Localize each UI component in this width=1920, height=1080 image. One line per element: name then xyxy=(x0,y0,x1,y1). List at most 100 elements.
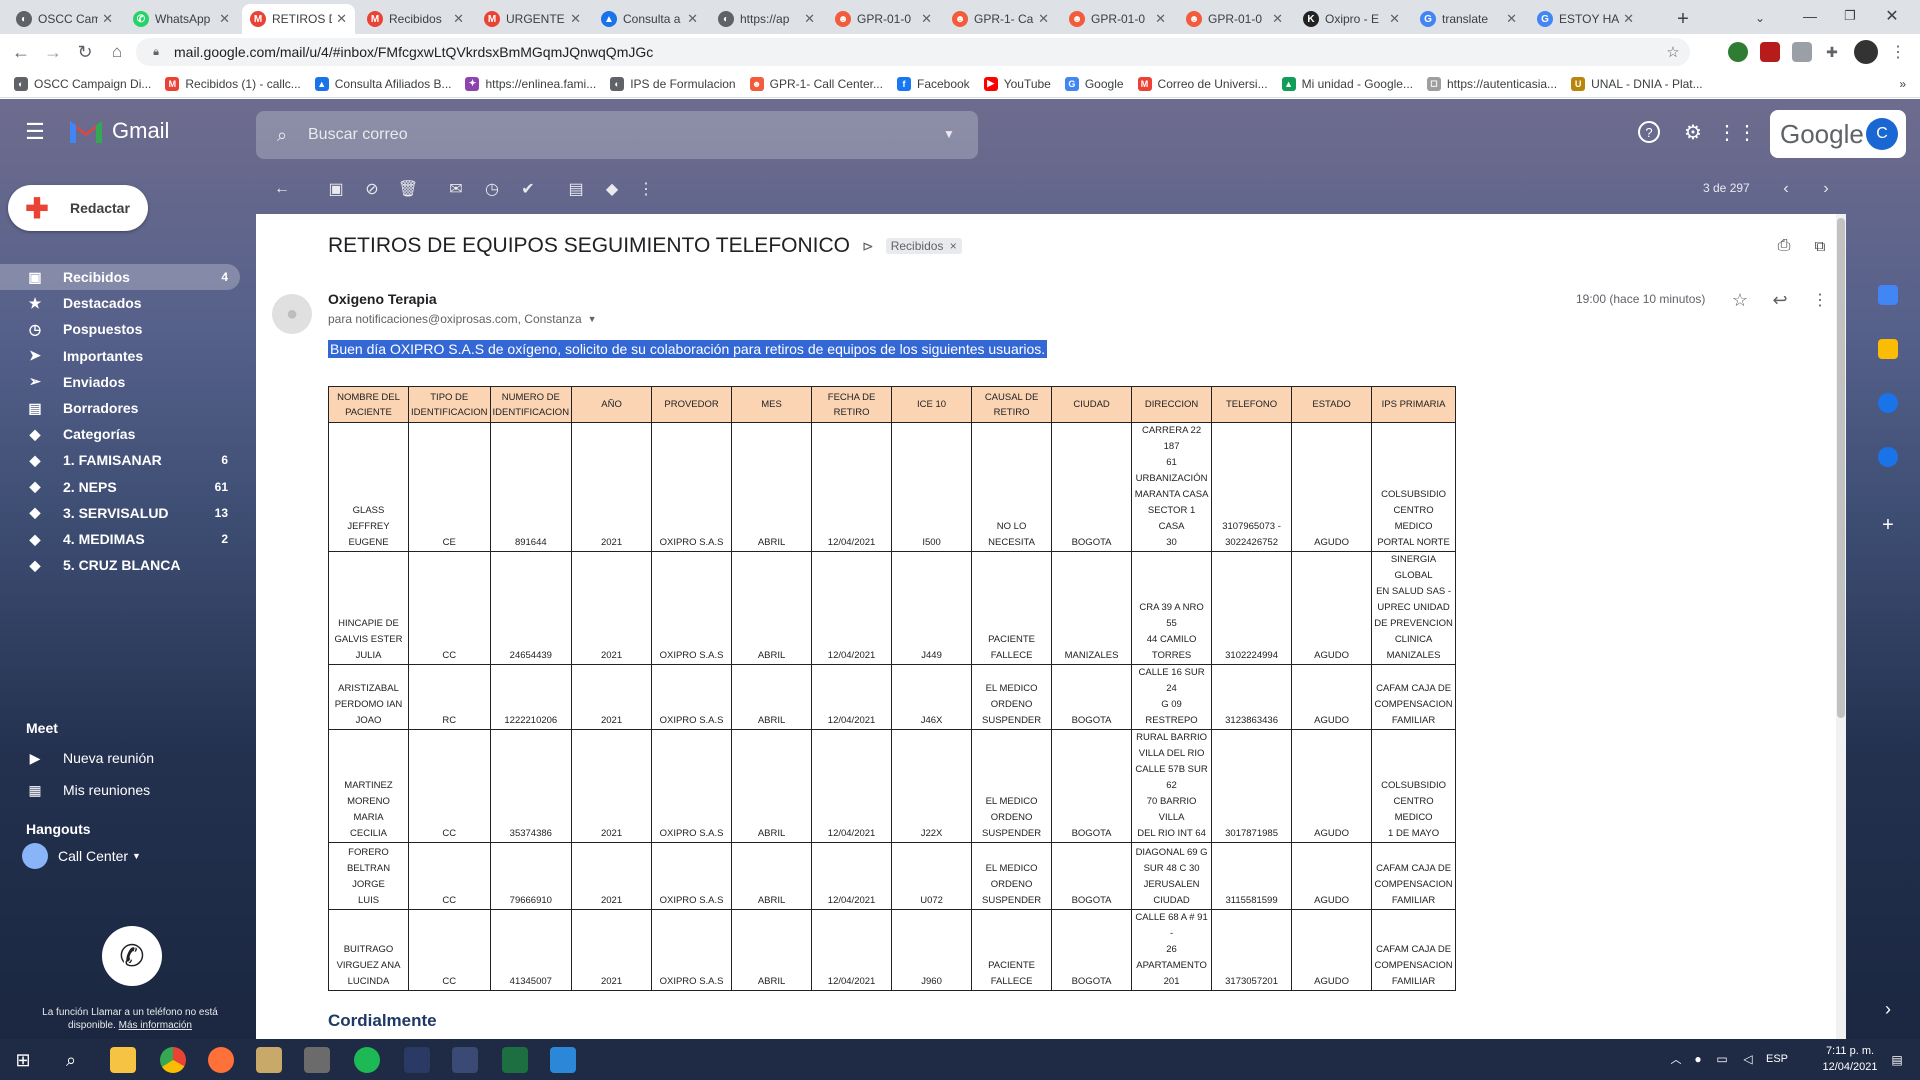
nav-item[interactable]: ▣ Recibidos 4 xyxy=(0,264,240,290)
nav-item[interactable]: ★ Destacados xyxy=(0,290,240,316)
bookmark-item[interactable]: f Facebook xyxy=(896,76,970,91)
tab-close-icon[interactable]: ✕ xyxy=(921,11,932,27)
bookmark-item[interactable]: ◐ OSCC Campaign Di... xyxy=(14,76,151,91)
notifications-icon[interactable]: ▤ xyxy=(1888,1051,1906,1069)
nav-item[interactable]: ➢ Enviados xyxy=(0,369,240,395)
nav-item[interactable]: ▤ Borradores xyxy=(0,395,240,421)
browser-tab[interactable]: ▲ Consulta a ✕ xyxy=(593,4,706,34)
microphone-icon[interactable]: ● xyxy=(1690,1051,1706,1067)
more-options-icon[interactable]: ⋮ xyxy=(636,179,656,199)
file-explorer-icon[interactable] xyxy=(110,1047,136,1073)
extension-icon[interactable] xyxy=(1728,42,1748,62)
volume-icon[interactable]: ◁ xyxy=(1740,1051,1756,1067)
excel-icon[interactable] xyxy=(502,1047,528,1073)
recipients-row[interactable]: para notificaciones@oxiprosas.com, Const… xyxy=(328,312,597,326)
bookmark-item[interactable]: ▶ YouTube xyxy=(983,76,1051,91)
bookmark-item[interactable]: ◐ IPS de Formulacion xyxy=(610,76,736,91)
browser-tab[interactable]: ☻ GPR-01-0 ✕ xyxy=(1061,4,1174,34)
compose-button[interactable]: ✚ Redactar xyxy=(8,185,148,231)
search-options-icon[interactable]: ▼ xyxy=(940,125,958,143)
browser-tab[interactable]: ◐ OSCC Campaign✕ xyxy=(8,4,121,34)
search-input[interactable]: Buscar correo xyxy=(308,126,408,144)
tab-close-icon[interactable]: ✕ xyxy=(1506,11,1517,27)
tab-close-icon[interactable]: ✕ xyxy=(570,11,581,27)
print-icon[interactable]: ⎙ xyxy=(1774,236,1794,256)
reload-icon[interactable]: ↻ xyxy=(74,41,96,63)
browser-tab[interactable]: M Recibidos ✕ xyxy=(359,4,472,34)
back-to-inbox-icon[interactable]: ← xyxy=(272,179,292,199)
taskbar-search-icon[interactable]: ⌕ xyxy=(60,1049,82,1071)
settings-gear-icon[interactable]: ⚙ xyxy=(1680,119,1706,145)
show-details-icon[interactable]: ▼ xyxy=(588,314,597,324)
bookmark-star-icon[interactable]: ☆ xyxy=(1664,43,1682,61)
gmail-logo[interactable]: Gmail xyxy=(68,117,169,145)
photos-icon[interactable] xyxy=(550,1047,576,1073)
tab-close-icon[interactable]: ✕ xyxy=(102,11,113,27)
search-bar[interactable]: ⌕ Buscar correo ▼ xyxy=(256,111,978,159)
browser-tab[interactable]: ✆ WhatsApp ✕ xyxy=(125,4,238,34)
nav-item[interactable]: ◆ 5. CRUZ BLANCA xyxy=(0,552,240,578)
app-icon[interactable] xyxy=(452,1047,478,1073)
expand-panel-icon[interactable]: › xyxy=(1876,997,1900,1021)
tab-close-icon[interactable]: ✕ xyxy=(687,11,698,27)
browser-tab[interactable]: ☻ GPR-1- Ca ✕ xyxy=(944,4,1057,34)
network-icon[interactable]: ▭ xyxy=(1714,1051,1730,1067)
bookmark-item[interactable]: U UNAL - DNIA - Plat... xyxy=(1571,76,1703,91)
help-icon[interactable]: ? xyxy=(1638,121,1660,143)
tray-chevron-icon[interactable]: ︿ xyxy=(1668,1051,1684,1067)
clock[interactable]: 7:11 p. m. 12/04/2021 xyxy=(1810,1043,1890,1075)
extension-icon[interactable] xyxy=(1760,42,1780,62)
browser-tab[interactable]: G ESTOY HA ✕ xyxy=(1529,4,1642,34)
firefox-icon[interactable] xyxy=(208,1047,234,1073)
open-new-window-icon[interactable]: ⧉ xyxy=(1810,236,1830,256)
bookmark-item[interactable]: M Correo de Universi... xyxy=(1137,76,1268,91)
more-message-options-icon[interactable]: ⋮ xyxy=(1810,290,1830,310)
nav-item[interactable]: ◆ 4. MEDIMAS 2 xyxy=(0,526,240,552)
bookmark-item[interactable]: M Recibidos (1) - callc... xyxy=(165,76,301,91)
google-account-badge[interactable]: Google C xyxy=(1770,110,1906,158)
minimize-icon[interactable]: — xyxy=(1796,2,1824,30)
profile-avatar[interactable] xyxy=(1854,40,1878,64)
bookmark-item[interactable]: G Google xyxy=(1064,76,1124,91)
tab-close-icon[interactable]: ✕ xyxy=(219,11,230,27)
nav-item[interactable]: ◆ Categorías xyxy=(0,421,240,447)
scrollbar-thumb[interactable] xyxy=(1837,218,1845,718)
archive-icon[interactable]: ▣ xyxy=(326,179,346,199)
importance-marker-icon[interactable]: ⊳ xyxy=(862,238,874,255)
windows-start-icon[interactable]: ⊞ xyxy=(12,1049,34,1071)
extension-icon[interactable] xyxy=(1792,42,1812,62)
more-info-link[interactable]: Más información xyxy=(119,1020,192,1031)
bookmark-item[interactable]: ✦ https://enlinea.fami... xyxy=(465,76,596,91)
nav-item[interactable]: ➤ Importantes xyxy=(0,343,240,369)
account-avatar[interactable]: C xyxy=(1866,118,1898,150)
apps-grid-icon[interactable]: ⋮⋮ xyxy=(1717,119,1757,145)
label-icon[interactable]: ◆ xyxy=(602,179,622,199)
language-indicator[interactable]: ESP xyxy=(1766,1053,1788,1065)
restore-icon[interactable]: ❐ xyxy=(1836,2,1864,30)
meet-item[interactable]: ▦ Mis reuniones xyxy=(0,777,240,803)
spotify-icon[interactable] xyxy=(354,1047,380,1073)
back-icon[interactable]: ← xyxy=(10,41,32,63)
reply-icon[interactable]: ↩ xyxy=(1770,290,1790,310)
hangouts-user[interactable]: Call Center ▼ xyxy=(22,843,141,869)
tab-close-icon[interactable]: ✕ xyxy=(1623,11,1634,27)
remove-label-icon[interactable]: × xyxy=(950,239,957,253)
extensions-puzzle-icon[interactable]: ✚ xyxy=(1822,42,1842,62)
more-bookmarks-icon[interactable]: » xyxy=(1899,77,1906,91)
bookmark-item[interactable]: ◻ https://autenticasia... xyxy=(1427,76,1557,91)
tab-close-icon[interactable]: ✕ xyxy=(336,11,347,27)
older-icon[interactable]: › xyxy=(1816,179,1836,199)
new-tab-button[interactable]: + xyxy=(1670,6,1696,32)
search-icon[interactable]: ⌕ xyxy=(270,123,294,147)
bookmark-item[interactable]: ▲ Consulta Afiliados B... xyxy=(314,76,451,91)
browser-tab[interactable]: ☻ GPR-01-0 ✕ xyxy=(1178,4,1291,34)
tab-close-icon[interactable]: ✕ xyxy=(1155,11,1166,27)
bookmark-item[interactable]: ☻ GPR-1- Call Center... xyxy=(749,76,883,91)
nav-item[interactable]: ◆ 2. NEPS 61 xyxy=(0,474,240,500)
move-to-icon[interactable]: ▤ xyxy=(566,179,586,199)
tab-close-icon[interactable]: ✕ xyxy=(1272,11,1283,27)
browser-tab[interactable]: K Oxipro - E ✕ xyxy=(1295,4,1408,34)
tab-close-icon[interactable]: ✕ xyxy=(453,11,464,27)
mark-unread-icon[interactable]: ✉ xyxy=(446,179,466,199)
tasks-icon[interactable] xyxy=(1878,393,1898,413)
